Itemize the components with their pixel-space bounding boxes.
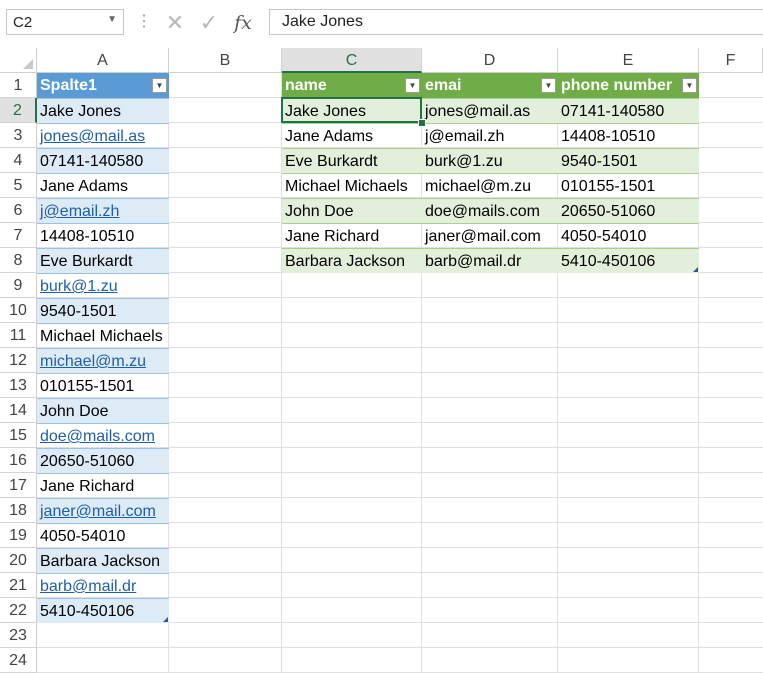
- table1-cell[interactable]: John Doe: [37, 398, 169, 423]
- table1-cell[interactable]: Michael Michaels: [37, 323, 169, 348]
- email-link-cell[interactable]: doe@mails.com: [37, 423, 169, 448]
- row-header-6[interactable]: 6: [0, 198, 37, 223]
- table1-cell[interactable]: 9540-1501: [37, 298, 169, 323]
- spreadsheet-grid: A B C D E F 1 2 3 4 5 6 7 8 9 10 11 12 13 14 15 16 17 18 19 20 21 2…: [0, 48, 763, 673]
- table2-resize-handle[interactable]: [693, 267, 698, 272]
- table1-cell[interactable]: Eve Burkardt: [37, 248, 169, 273]
- row-header-13[interactable]: 13: [0, 373, 37, 398]
- row-header-23[interactable]: 23: [0, 623, 37, 648]
- table1-header[interactable]: Spalte1: [37, 73, 169, 98]
- email-link-cell[interactable]: j@email.zh: [37, 198, 169, 223]
- table1-cell[interactable]: 20650-51060: [37, 448, 169, 473]
- row-header-24[interactable]: 24: [0, 648, 37, 673]
- table2-cell-email[interactable]: barb@mail.dr: [422, 248, 558, 273]
- table1-cell[interactable]: 5410-450106: [37, 598, 169, 623]
- row-header-20[interactable]: 20: [0, 548, 37, 573]
- table2-cell-name[interactable]: Michael Michaels: [282, 173, 422, 198]
- select-all-button[interactable]: [0, 48, 37, 73]
- email-link-cell[interactable]: barb@mail.dr: [37, 573, 169, 598]
- table2-cell-phone[interactable]: 010155-1501: [558, 173, 699, 198]
- row-header-12[interactable]: 12: [0, 348, 37, 373]
- table2-cell-email[interactable]: j@email.zh: [422, 123, 558, 148]
- row-header-5[interactable]: 5: [0, 173, 37, 198]
- table1-cell[interactable]: 14408-10510: [37, 223, 169, 248]
- table1-cell[interactable]: 010155-1501: [37, 373, 169, 398]
- filter-dropdown-icon[interactable]: ▼: [682, 78, 697, 93]
- chevron-down-icon[interactable]: ▼: [107, 14, 117, 25]
- table2-cell-email[interactable]: janer@mail.com: [422, 223, 558, 248]
- table2-cell-name[interactable]: Jane Adams: [282, 123, 422, 148]
- formula-bar: C2 ▼ ⋮ ✕ ✓ fx Jake Jones: [0, 0, 763, 46]
- formula-input[interactable]: Jake Jones: [269, 9, 763, 35]
- fx-icon[interactable]: fx: [226, 9, 260, 37]
- name-box[interactable]: C2 ▼: [6, 9, 124, 35]
- table2-cell-phone[interactable]: 14408-10510: [558, 123, 699, 148]
- formula-input-value: Jake Jones: [282, 13, 363, 30]
- column-header-a[interactable]: A: [37, 48, 169, 73]
- column-header-c[interactable]: C: [282, 48, 422, 73]
- row-header-18[interactable]: 18: [0, 498, 37, 523]
- table2-cell-name[interactable]: Jake Jones: [282, 98, 422, 123]
- row-header-3[interactable]: 3: [0, 123, 37, 148]
- table2-cell-phone[interactable]: 4050-54010: [558, 223, 699, 248]
- filter-dropdown-icon[interactable]: ▼: [405, 78, 420, 93]
- row-header-2[interactable]: 2: [0, 98, 37, 123]
- email-link-cell[interactable]: janer@mail.com: [37, 498, 169, 523]
- formula-buttons: ✕ ✓ fx: [158, 7, 260, 39]
- check-icon[interactable]: ✓: [192, 9, 226, 37]
- table2-cell-phone[interactable]: 9540-1501: [558, 148, 699, 173]
- column-header-b[interactable]: B: [169, 48, 282, 73]
- table2-cell-name[interactable]: Eve Burkardt: [282, 148, 422, 173]
- row-header-17[interactable]: 17: [0, 473, 37, 498]
- table1-cell[interactable]: Jake Jones: [37, 98, 169, 123]
- table2-cell-email[interactable]: burk@1.zu: [422, 148, 558, 173]
- table2-cell-name[interactable]: Jane Richard: [282, 223, 422, 248]
- table2-cell-phone[interactable]: 20650-51060: [558, 198, 699, 223]
- filter-dropdown-icon[interactable]: ▼: [541, 78, 556, 93]
- column-header-e[interactable]: E: [558, 48, 699, 73]
- table1-cell[interactable]: 4050-54010: [37, 523, 169, 548]
- table2-header-email[interactable]: emai: [422, 73, 558, 98]
- row-header-16[interactable]: 16: [0, 448, 37, 473]
- row-header-19[interactable]: 19: [0, 523, 37, 548]
- row-header-21[interactable]: 21: [0, 573, 37, 598]
- table2-cell-name[interactable]: John Doe: [282, 198, 422, 223]
- gridline-horizontal: [37, 647, 763, 648]
- column-header-d[interactable]: D: [422, 48, 558, 73]
- table2-header-name[interactable]: name: [282, 73, 422, 98]
- table2-cell-email[interactable]: jones@mail.as: [422, 98, 558, 123]
- fill-handle[interactable]: [418, 119, 426, 127]
- table1-cell[interactable]: Jane Adams: [37, 173, 169, 198]
- drag-handle-icon[interactable]: ⋮: [136, 11, 152, 31]
- row-header-10[interactable]: 10: [0, 298, 37, 323]
- name-box-value: C2: [13, 14, 33, 31]
- row-header-9[interactable]: 9: [0, 273, 37, 298]
- table2-cell-email[interactable]: doe@mails.com: [422, 198, 558, 223]
- row-header-8[interactable]: 8: [0, 248, 37, 273]
- table1-cell[interactable]: 07141-140580: [37, 148, 169, 173]
- table2-header-phone[interactable]: phone number: [558, 73, 699, 98]
- table2-cell-name[interactable]: Barbara Jackson: [282, 248, 422, 273]
- close-icon[interactable]: ✕: [158, 9, 192, 37]
- row-header-22[interactable]: 22: [0, 598, 37, 623]
- email-link-cell[interactable]: michael@m.zu: [37, 348, 169, 373]
- email-link-cell[interactable]: burk@1.zu: [37, 273, 169, 298]
- filter-dropdown-icon[interactable]: ▼: [152, 78, 167, 93]
- table1-resize-handle[interactable]: [163, 617, 168, 622]
- row-header-1[interactable]: 1: [0, 73, 37, 98]
- table2-cell-phone[interactable]: 07141-140580: [558, 98, 699, 123]
- row-header-15[interactable]: 15: [0, 423, 37, 448]
- row-header-4[interactable]: 4: [0, 148, 37, 173]
- table1-cell[interactable]: Barbara Jackson: [37, 548, 169, 573]
- table2-cell-phone[interactable]: 5410-450106: [558, 248, 699, 273]
- column-header-f[interactable]: F: [699, 48, 763, 73]
- row-header-11[interactable]: 11: [0, 323, 37, 348]
- table1-cell[interactable]: Jane Richard: [37, 473, 169, 498]
- select-all-icon: [23, 59, 33, 69]
- row-header-14[interactable]: 14: [0, 398, 37, 423]
- email-link-cell[interactable]: jones@mail.as: [37, 123, 169, 148]
- row-header-7[interactable]: 7: [0, 223, 37, 248]
- table2-cell-email[interactable]: michael@m.zu: [422, 173, 558, 198]
